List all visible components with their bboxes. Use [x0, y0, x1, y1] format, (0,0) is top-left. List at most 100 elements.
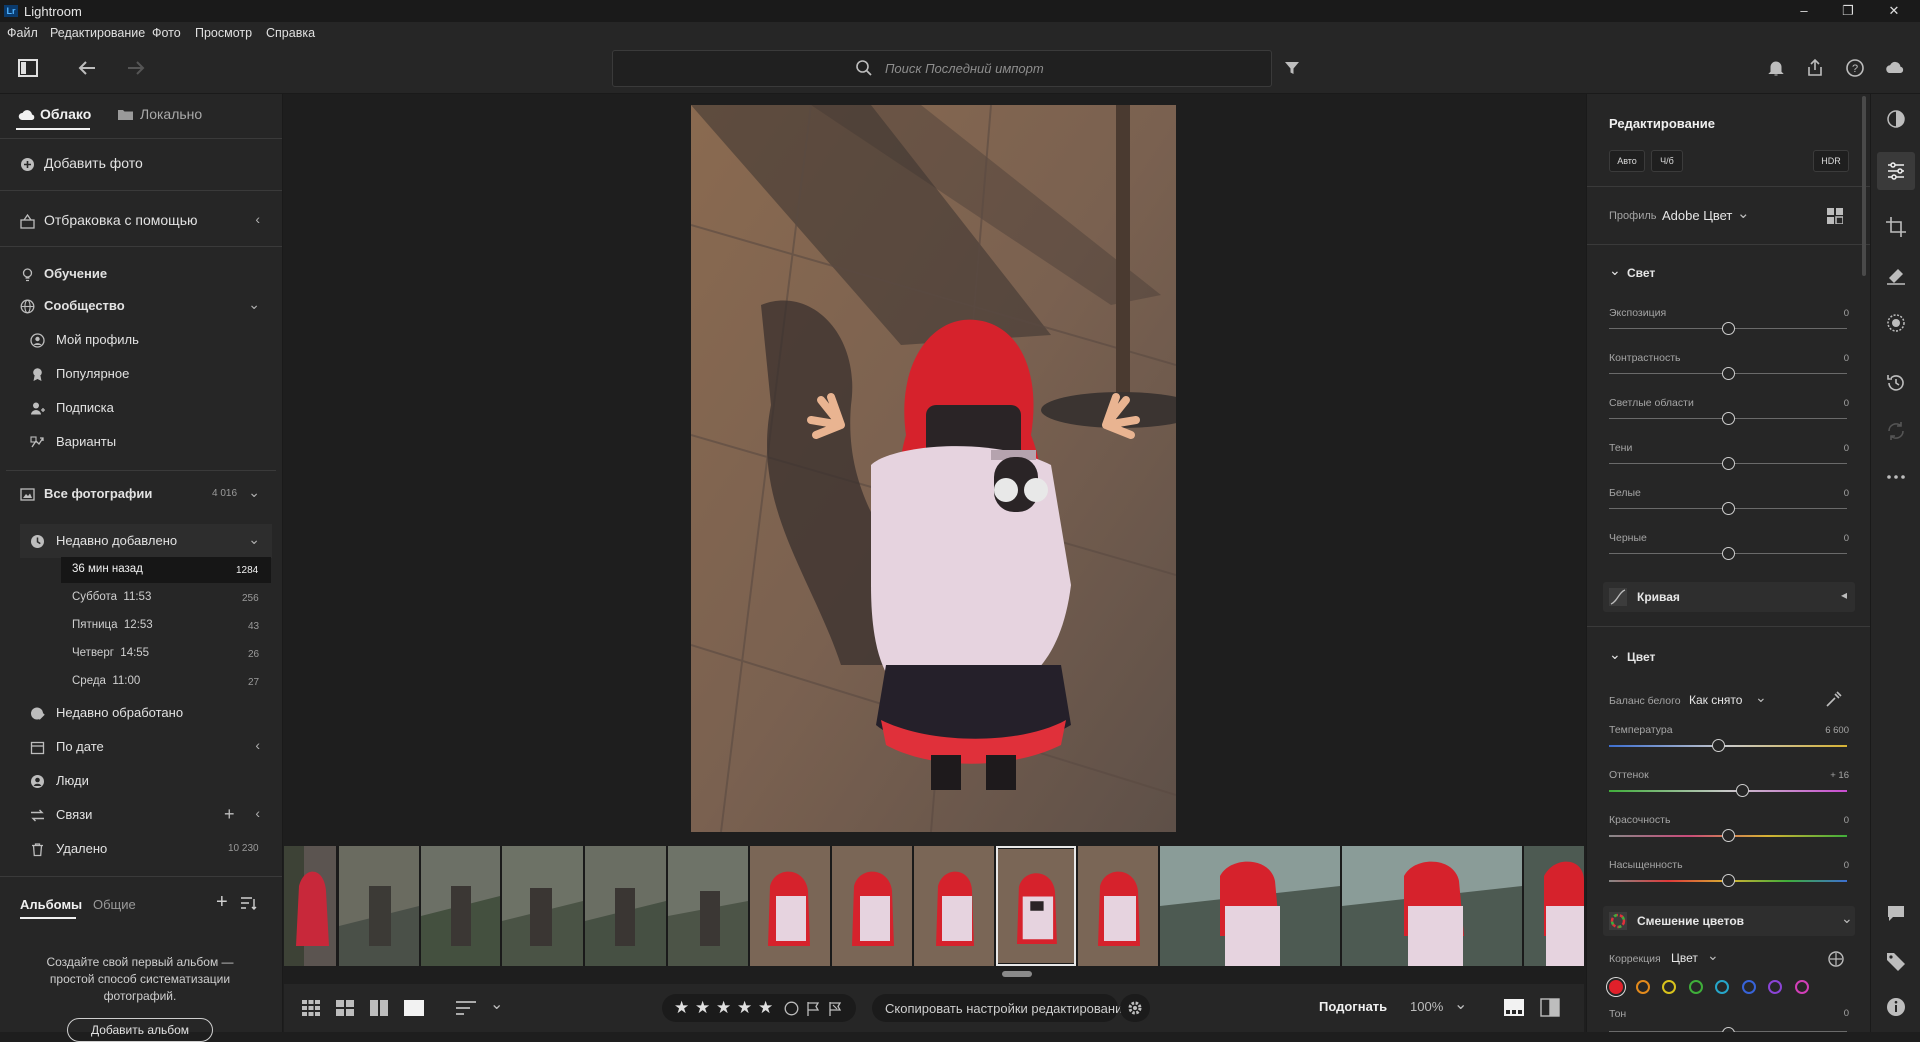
slider-track[interactable]	[1609, 745, 1847, 747]
chevron-left-icon[interactable]: ‹	[255, 805, 260, 821]
slider-value[interactable]: 0	[1844, 815, 1849, 826]
color-swatch[interactable]	[1688, 980, 1703, 994]
filmstrip-thumbnail[interactable]	[914, 846, 994, 966]
add-album-icon[interactable]: +	[216, 891, 228, 914]
sidebar-item-following[interactable]: Подписка	[0, 394, 282, 422]
filmstrip-scrollbar[interactable]	[1002, 971, 1032, 977]
slider-knob[interactable]	[1722, 547, 1735, 560]
filmstrip-thumbnail[interactable]	[421, 846, 500, 966]
chevron-down-icon[interactable]: ⌄	[1755, 689, 1767, 706]
chevron-left-icon[interactable]: ‹	[255, 211, 260, 227]
tone-slider-knob[interactable]	[1722, 1027, 1735, 1032]
healing-eraser-icon[interactable]	[1885, 264, 1907, 286]
color-swatch[interactable]	[1741, 980, 1756, 994]
sidebar-item-community[interactable]: Сообщество ⌄	[0, 292, 282, 320]
panel-toggle-icon[interactable]	[16, 56, 40, 80]
filmstrip-thumbnail[interactable]	[1078, 846, 1158, 966]
recent-item[interactable]: 36 мин назад 1284	[0, 557, 282, 583]
menu-photo[interactable]: Фото	[152, 26, 181, 40]
slider-knob[interactable]	[1722, 457, 1735, 470]
color-swatch[interactable]	[1609, 980, 1623, 994]
minimize-icon[interactable]: –	[1784, 2, 1824, 20]
correction-select[interactable]: Цвет	[1671, 951, 1698, 965]
sidebar-item-deleted[interactable]: Удалено 10 230	[0, 835, 282, 863]
filmstrip-thumbnail[interactable]	[668, 846, 748, 966]
sidebar-item-all-photos[interactable]: Все фотографии 4 016 ⌄	[0, 480, 282, 508]
gear-icon[interactable]	[1127, 1000, 1143, 1016]
presets-icon[interactable]	[1885, 108, 1907, 130]
slider-value[interactable]: 0	[1844, 353, 1849, 364]
sidebar-item-popular[interactable]: Популярное	[0, 360, 282, 388]
filmstrip-thumbnail-selected[interactable]	[996, 846, 1076, 966]
hdr-button[interactable]: HDR	[1813, 150, 1849, 172]
slider-knob[interactable]	[1722, 829, 1735, 842]
slider-knob[interactable]	[1722, 874, 1735, 887]
filmstrip-thumbnail[interactable]	[339, 846, 419, 966]
filmstrip-toggle-icon[interactable]	[1504, 999, 1524, 1016]
menu-edit[interactable]: Редактирование	[50, 26, 145, 40]
masking-icon[interactable]	[1885, 312, 1907, 334]
auto-button[interactable]: Авто	[1609, 150, 1645, 172]
keyword-tag-icon[interactable]	[1885, 950, 1907, 972]
versions-icon[interactable]	[1885, 420, 1907, 442]
back-arrow-icon[interactable]	[75, 56, 99, 80]
color-swatch[interactable]	[1715, 980, 1729, 994]
slider-value[interactable]: 0	[1844, 488, 1849, 499]
star-3-icon[interactable]: ★	[716, 998, 731, 1018]
slider-value[interactable]: 0	[1844, 443, 1849, 454]
square-grid-icon[interactable]	[302, 1000, 320, 1016]
crop-icon[interactable]	[1885, 216, 1907, 238]
share-icon[interactable]	[1803, 56, 1827, 80]
color-swatch[interactable]	[1662, 980, 1676, 994]
slider-knob[interactable]	[1736, 784, 1750, 797]
chevron-down-icon[interactable]: ⌄	[1609, 646, 1621, 663]
star-5-icon[interactable]: ★	[758, 998, 773, 1018]
unflag-circle-icon[interactable]	[784, 1001, 799, 1016]
slider-knob[interactable]	[1722, 367, 1735, 380]
color-mix-section[interactable]: Смешение цветов ⌄	[1603, 906, 1855, 936]
cloud-sync-icon[interactable]	[1883, 56, 1907, 80]
flag-reject-icon[interactable]	[828, 1001, 843, 1016]
menu-help[interactable]: Справка	[266, 26, 315, 40]
slider-knob[interactable]	[1722, 322, 1735, 335]
main-photo[interactable]	[691, 105, 1176, 832]
chevron-down-icon[interactable]: ⌄	[1454, 994, 1467, 1014]
chevron-down-icon[interactable]: ⌄	[248, 296, 260, 313]
filmstrip-thumbnail[interactable]	[585, 846, 666, 966]
chevron-left-icon[interactable]: ‹	[255, 737, 260, 753]
tab-albums[interactable]: Альбомы	[20, 897, 82, 912]
profile-select[interactable]: Adobe Цвет	[1662, 208, 1732, 223]
restore-icon[interactable]: ❐	[1828, 2, 1868, 20]
filmstrip-thumbnail[interactable]	[1524, 846, 1584, 966]
sidebar-item-by-date[interactable]: По дате ‹	[0, 733, 282, 761]
menu-view[interactable]: Просмотр	[195, 26, 252, 40]
profile-browser-icon[interactable]	[1827, 208, 1843, 224]
light-section-title[interactable]: Свет	[1627, 266, 1655, 280]
slider-value[interactable]: 0	[1844, 860, 1849, 871]
recent-item[interactable]: Четверг 14:55 26	[0, 641, 282, 667]
recent-item[interactable]: Среда 11:00 27	[0, 669, 282, 695]
chevron-down-icon[interactable]: ⌄	[248, 484, 260, 501]
chevron-down-icon[interactable]: ⌄	[1707, 947, 1719, 964]
filmstrip-thumbnail[interactable]	[832, 846, 912, 966]
create-album-button[interactable]: Добавить альбом	[67, 1018, 213, 1042]
sidebar-item-connections[interactable]: Связи + ‹	[0, 801, 282, 829]
star-4-icon[interactable]: ★	[737, 998, 752, 1018]
help-icon[interactable]: ?	[1843, 56, 1867, 80]
copy-settings-button[interactable]: Скопировать настройки редактирования	[885, 1001, 1129, 1016]
bw-button[interactable]: Ч/б	[1651, 150, 1683, 172]
target-adjust-icon[interactable]	[1827, 950, 1845, 968]
edit-sliders-icon[interactable]	[1885, 160, 1907, 182]
color-section-title[interactable]: Цвет	[1627, 650, 1655, 664]
history-icon[interactable]	[1885, 372, 1907, 394]
curve-section[interactable]: Кривая ◂	[1603, 582, 1855, 612]
slider-value[interactable]: 0	[1844, 308, 1849, 319]
menu-file[interactable]: Файл	[7, 26, 38, 40]
sidebar-item-people[interactable]: Люди	[0, 767, 282, 795]
slider-value[interactable]: 6 600	[1825, 725, 1849, 736]
color-swatch[interactable]	[1794, 980, 1809, 994]
chevron-down-icon[interactable]: ⌄	[1609, 262, 1621, 279]
add-connection-icon[interactable]: +	[224, 804, 235, 825]
detail-view-icon[interactable]	[404, 1000, 424, 1016]
slider-knob[interactable]	[1722, 412, 1735, 425]
